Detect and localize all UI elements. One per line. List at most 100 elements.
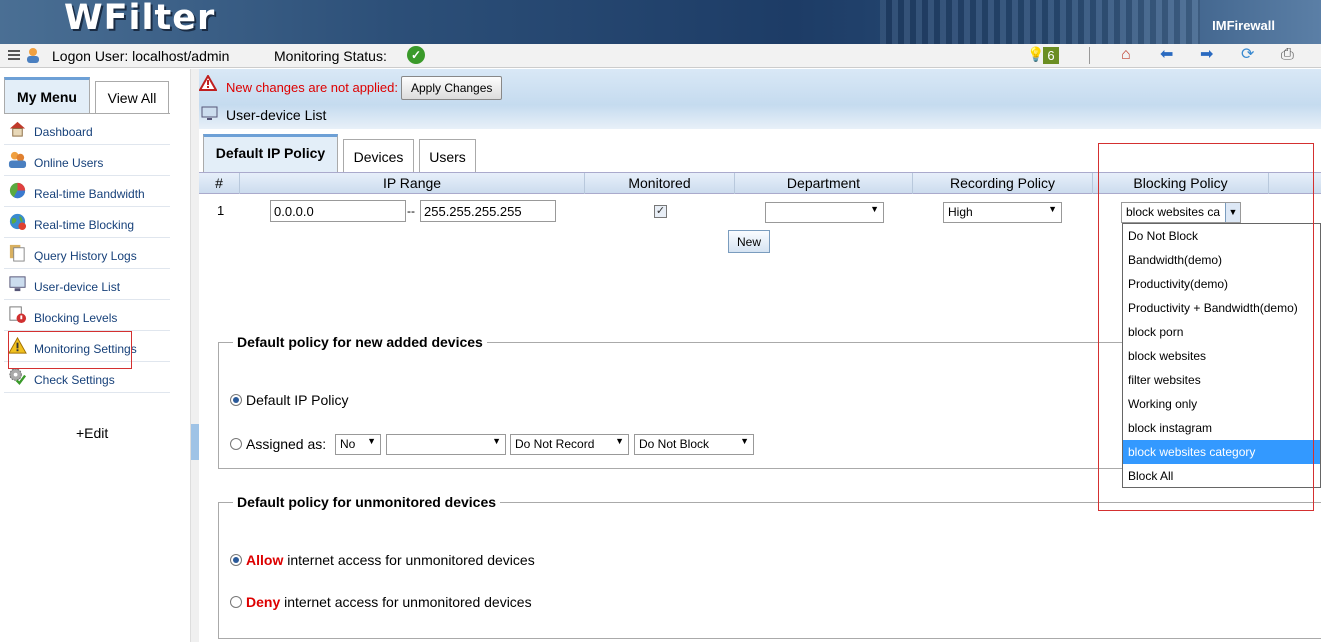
new-row-button[interactable]: New: [728, 230, 771, 253]
monitored-checkbox[interactable]: ✓: [654, 205, 667, 218]
department-select[interactable]: ▼: [765, 202, 884, 223]
app-banner: WFilter IMFirewall: [0, 0, 1321, 44]
assigned-monitor-value: No: [340, 437, 356, 451]
app-logo: WFilter: [64, 0, 216, 38]
chevron-down-icon: ▼: [492, 436, 501, 446]
highlight-box-sidebar: [8, 331, 132, 369]
blocking-icon: [9, 306, 27, 324]
sidebar-item-real-time-bandwidth[interactable]: Real-time Bandwidth: [4, 176, 170, 207]
new-devices-legend: Default policy for new added devices: [237, 334, 483, 350]
unapplied-changes-bar: New changes are not applied: Apply Chang…: [199, 69, 1321, 105]
logon-user-label: Logon User: localhost/admin: [52, 48, 230, 64]
back-arrow-icon[interactable]: ⬅: [1160, 46, 1173, 64]
forward-arrow-icon[interactable]: ➡: [1200, 46, 1213, 64]
sidebar-item-user-device-list[interactable]: User-device List: [4, 269, 170, 300]
tab-users[interactable]: Users: [419, 139, 476, 172]
documents-icon: [9, 244, 25, 262]
users-icon: [8, 151, 27, 169]
default-ip-policy-radio[interactable]: [230, 394, 242, 406]
check-icon: ✓: [407, 46, 425, 64]
recording-policy-select[interactable]: High ▼: [943, 202, 1062, 223]
sidebar-item-label: Blocking Levels: [34, 311, 118, 325]
house-icon: [9, 121, 26, 137]
assigned-record-value: Do Not Record: [515, 437, 595, 451]
user-icon: [27, 48, 39, 63]
column-header-ip-range[interactable]: IP Range: [240, 173, 585, 194]
chevron-down-icon: ▼: [1048, 204, 1057, 214]
sidebar-item-label: Real-time Blocking: [34, 218, 135, 232]
toolbar-divider: [1089, 47, 1090, 64]
sidebar-item-blocking-levels[interactable]: Blocking Levels: [4, 300, 170, 331]
tab-view-all[interactable]: View All: [95, 81, 169, 113]
lightbulb-icon[interactable]: 💡: [1027, 46, 1044, 63]
assigned-block-value: Do Not Block: [639, 437, 710, 451]
pie-chart-icon: [9, 182, 26, 199]
warning-icon: [199, 75, 217, 91]
brand-label: IMFirewall: [1212, 18, 1275, 33]
notification-count[interactable]: 6: [1043, 47, 1059, 64]
sidebar-item-query-history-logs[interactable]: Query History Logs: [4, 238, 170, 269]
allow-unmonitored-radio[interactable]: [230, 554, 242, 566]
deny-unmonitored-label: Deny internet access for unmonitored dev…: [246, 594, 532, 610]
deny-word: Deny: [246, 594, 281, 610]
recording-policy-value: High: [948, 205, 973, 219]
sidebar-item-label: Query History Logs: [34, 249, 137, 263]
row-number: 1: [217, 203, 225, 218]
chevron-down-icon: ▼: [615, 436, 624, 446]
refresh-icon[interactable]: ⟳: [1241, 46, 1254, 64]
sidebar-item-online-users[interactable]: Online Users: [4, 145, 170, 176]
ip-range-start-input[interactable]: [270, 200, 406, 222]
sidebar-splitter[interactable]: [190, 69, 199, 642]
printer-icon[interactable]: ⎙: [1281, 46, 1294, 64]
chevron-down-icon: ▼: [740, 436, 749, 446]
unmonitored-legend: Default policy for unmonitored devices: [237, 494, 497, 510]
page-title-bar: User-device List: [199, 105, 1321, 129]
menu-icon[interactable]: [8, 50, 20, 62]
sidebar: My Menu View All Dashboard Online Users …: [0, 69, 190, 642]
sidebar-item-label: Dashboard: [34, 125, 93, 139]
chevron-down-icon: ▼: [367, 436, 376, 446]
default-ip-policy-label: Default IP Policy: [246, 392, 349, 408]
tab-devices[interactable]: Devices: [343, 139, 414, 172]
banner-building-graphic: [880, 0, 1200, 44]
unmonitored-devices-policy-group: Default policy for unmonitored devices A…: [218, 494, 1321, 639]
tab-default-ip-policy[interactable]: Default IP Policy: [203, 134, 338, 172]
edit-menu-link[interactable]: +Edit: [76, 425, 108, 441]
column-header-department[interactable]: Department: [735, 173, 913, 194]
home-icon[interactable]: ⌂: [1121, 46, 1131, 64]
sidebar-item-real-time-blocking[interactable]: Real-time Blocking: [4, 207, 170, 238]
assigned-as-label: Assigned as:: [246, 436, 327, 452]
status-bar: Logon User: localhost/admin Monitoring S…: [0, 44, 1321, 68]
deny-rest: internet access for unmonitored devices: [280, 594, 532, 610]
sidebar-item-dashboard[interactable]: Dashboard: [4, 114, 170, 145]
allow-rest: internet access for unmonitored devices: [283, 552, 535, 568]
apply-changes-button[interactable]: Apply Changes: [401, 76, 503, 100]
globe-icon: [9, 213, 27, 231]
collapse-handle[interactable]: [191, 424, 199, 460]
gear-check-icon: [9, 368, 27, 385]
sidebar-item-label: Online Users: [34, 156, 104, 170]
tab-my-menu[interactable]: My Menu: [4, 77, 90, 113]
sidebar-item-label: Check Settings: [34, 373, 115, 387]
unapplied-changes-message: New changes are not applied:: [226, 80, 399, 95]
sidebar-item-label: User-device List: [34, 280, 121, 294]
column-header-number[interactable]: #: [199, 173, 240, 194]
page-title: User-device List: [226, 107, 327, 123]
chevron-down-icon: ▼: [870, 204, 879, 214]
column-header-monitored[interactable]: Monitored: [585, 173, 735, 194]
assigned-as-radio[interactable]: [230, 438, 242, 450]
ip-range-end-input[interactable]: [420, 200, 556, 222]
allow-word: Allow: [246, 552, 284, 568]
assigned-block-select[interactable]: Do Not Block ▼: [634, 434, 754, 455]
ip-range-separator: --: [407, 204, 415, 218]
allow-unmonitored-label: Allow internet access for unmonitored de…: [246, 552, 535, 568]
column-header-recording-policy[interactable]: Recording Policy: [913, 173, 1093, 194]
highlight-box-blocking-policy: [1098, 143, 1314, 511]
assigned-monitor-select[interactable]: No ▼: [335, 434, 381, 455]
deny-unmonitored-radio[interactable]: [230, 596, 242, 608]
monitor-icon: [201, 106, 218, 120]
monitoring-status-label: Monitoring Status:: [274, 48, 387, 64]
assigned-record-select[interactable]: Do Not Record ▼: [510, 434, 629, 455]
monitor-icon: [9, 276, 26, 292]
assigned-department-select[interactable]: ▼: [386, 434, 506, 455]
